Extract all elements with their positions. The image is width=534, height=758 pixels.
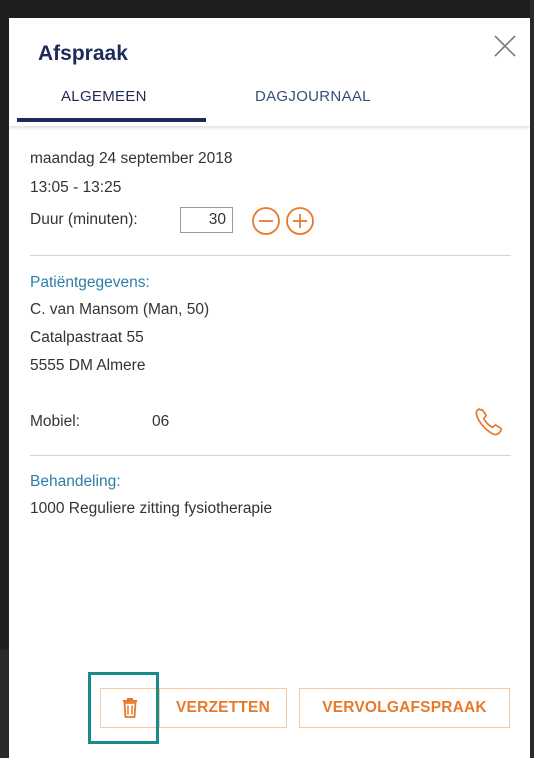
window-frame-right: [530, 0, 534, 758]
mobile-number: 06: [152, 413, 170, 430]
mobile-label: Mobiel:: [30, 413, 80, 430]
tab-algemeen[interactable]: ALGEMEEN: [61, 88, 147, 105]
divider: [30, 455, 511, 456]
close-icon[interactable]: [491, 32, 519, 60]
appointment-date: maandag 24 september 2018: [30, 150, 233, 167]
window-frame-top: [0, 0, 534, 18]
window-frame-left: [0, 0, 9, 758]
patient-section-label: Patiëntgegevens:: [30, 274, 150, 291]
trash-icon: [123, 698, 137, 718]
treatment-section-label: Behandeling:: [30, 473, 121, 490]
divider: [30, 255, 511, 256]
phone-icon[interactable]: [471, 404, 507, 440]
tab-dagjournaal[interactable]: DAGJOURNAAL: [255, 88, 371, 105]
decrease-duration-button[interactable]: [251, 206, 281, 236]
appointment-time: 13:05 - 13:25: [30, 179, 122, 196]
patient-name: C. van Mansom (Man, 50): [30, 301, 210, 318]
treatment-description: 1000 Reguliere zitting fysiotherapie: [30, 500, 273, 517]
duration-label: Duur (minuten):: [30, 211, 138, 228]
active-tab-indicator: [17, 118, 206, 122]
increase-duration-button[interactable]: [285, 206, 315, 236]
followup-appointment-button[interactable]: VERVOLGAFSPRAAK: [299, 688, 510, 728]
panel-header: Afspraak ALGEMEEN DAGJOURNAAL: [9, 18, 530, 126]
duration-input[interactable]: [180, 207, 233, 233]
delete-button[interactable]: [100, 688, 160, 728]
panel-title: Afspraak: [38, 42, 128, 65]
patient-street: Catalpastraat 55: [30, 329, 144, 346]
patient-city: 5555 DM Almere: [30, 357, 146, 374]
move-appointment-button[interactable]: VERZETTEN: [159, 688, 287, 728]
appointment-panel: Afspraak ALGEMEEN DAGJOURNAAL maandag 24…: [9, 18, 530, 758]
window-frame-left-accent: [0, 650, 9, 758]
